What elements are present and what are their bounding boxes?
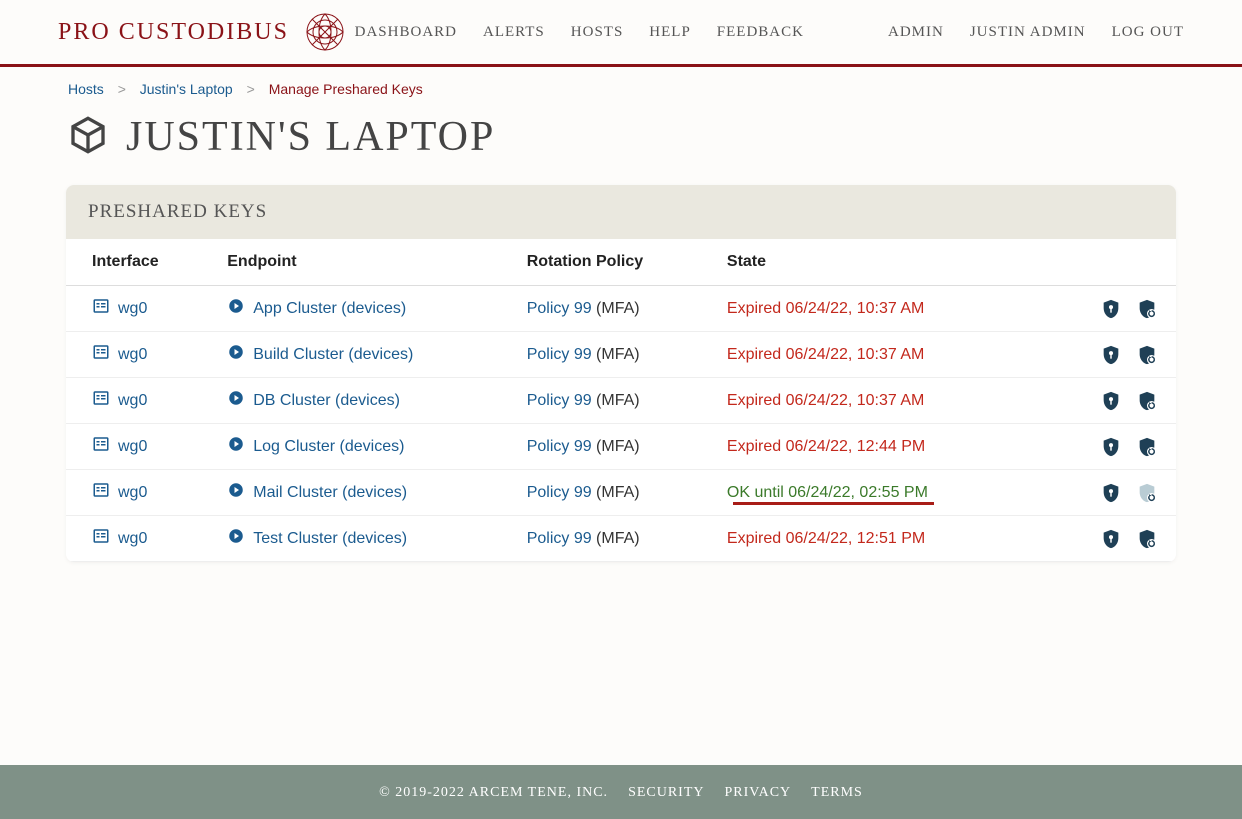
policy-suffix: (MFA)	[592, 392, 640, 409]
brand-text: PRO CUSTODIBUS	[58, 19, 289, 46]
col-interface: Interface	[66, 239, 215, 286]
endpoint-link[interactable]: Test Cluster (devices)	[253, 530, 407, 548]
preshared-keys-table: Interface Endpoint Rotation Policy State…	[66, 239, 1176, 562]
col-state: State	[715, 239, 1036, 286]
policy-link[interactable]: Policy 99	[527, 484, 592, 501]
state-label: Expired 06/24/22, 10:37 AM	[727, 300, 924, 317]
interface-icon	[92, 527, 110, 550]
nav-dashboard[interactable]: DASHBOARD	[355, 24, 457, 41]
table-row: wg0 Build Cluster (devices) Policy 99 (M…	[66, 332, 1176, 378]
endpoint-link[interactable]: App Cluster (devices)	[253, 300, 406, 318]
interface-link[interactable]: wg0	[118, 300, 147, 318]
page-title: JUSTIN'S LAPTOP	[126, 113, 495, 161]
rotate-key-button[interactable]	[1136, 436, 1158, 458]
breadcrumb-current: Manage Preshared Keys	[269, 81, 423, 97]
interface-link[interactable]: wg0	[118, 346, 147, 364]
view-key-button[interactable]	[1100, 344, 1122, 366]
cube-icon	[68, 115, 108, 160]
table-row: wg0 DB Cluster (devices) Policy 99 (MFA)…	[66, 378, 1176, 424]
endpoint-icon	[227, 481, 245, 504]
rotate-key-button[interactable]	[1136, 528, 1158, 550]
nav-feedback[interactable]: FEEDBACK	[717, 24, 804, 41]
state-label: Expired 06/24/22, 12:44 PM	[727, 438, 925, 455]
policy-suffix: (MFA)	[592, 438, 640, 455]
interface-link[interactable]: wg0	[118, 438, 147, 456]
interface-link[interactable]: wg0	[118, 484, 147, 502]
breadcrumb-host[interactable]: Justin's Laptop	[140, 81, 233, 97]
col-actions	[1036, 239, 1176, 286]
breadcrumb-sep: >	[247, 81, 255, 97]
col-rotation-policy: Rotation Policy	[515, 239, 715, 286]
policy-suffix: (MFA)	[592, 530, 640, 547]
policy-suffix: (MFA)	[592, 484, 640, 501]
interface-icon	[92, 389, 110, 412]
endpoint-icon	[227, 297, 245, 320]
brand-logo-icon	[303, 10, 347, 54]
main-nav: DASHBOARD ALERTS HOSTS HELP FEEDBACK ADM…	[355, 24, 1184, 41]
view-key-button[interactable]	[1100, 436, 1122, 458]
view-key-button[interactable]	[1100, 528, 1122, 550]
policy-link[interactable]: Policy 99	[527, 300, 592, 317]
rotate-key-button	[1136, 482, 1158, 504]
table-row: wg0 App Cluster (devices) Policy 99 (MFA…	[66, 286, 1176, 332]
state-label: Expired 06/24/22, 12:51 PM	[727, 530, 925, 547]
table-row: wg0 Log Cluster (devices) Policy 99 (MFA…	[66, 424, 1176, 470]
endpoint-link[interactable]: Log Cluster (devices)	[253, 438, 404, 456]
preshared-keys-panel: PRESHARED KEYS Interface Endpoint Rotati…	[66, 185, 1176, 562]
footer-copyright: © 2019-2022 ARCEM TENE, INC.	[379, 785, 608, 800]
endpoint-icon	[227, 389, 245, 412]
interface-link[interactable]: wg0	[118, 392, 147, 410]
policy-suffix: (MFA)	[592, 300, 640, 317]
endpoint-link[interactable]: DB Cluster (devices)	[253, 392, 400, 410]
endpoint-link[interactable]: Mail Cluster (devices)	[253, 484, 407, 502]
panel-title: PRESHARED KEYS	[88, 201, 1154, 223]
brand[interactable]: PRO CUSTODIBUS	[58, 10, 347, 54]
nav-alerts[interactable]: ALERTS	[483, 24, 545, 41]
endpoint-icon	[227, 435, 245, 458]
page-title-row: JUSTIN'S LAPTOP	[66, 107, 1176, 185]
policy-suffix: (MFA)	[592, 346, 640, 363]
table-row: wg0 Test Cluster (devices) Policy 99 (MF…	[66, 516, 1176, 562]
footer-privacy[interactable]: PRIVACY	[725, 785, 792, 800]
breadcrumb: Hosts > Justin's Laptop > Manage Preshar…	[66, 67, 1176, 107]
state-label: Expired 06/24/22, 10:37 AM	[727, 346, 924, 363]
view-key-button[interactable]	[1100, 482, 1122, 504]
nav-logout[interactable]: LOG OUT	[1112, 24, 1184, 41]
interface-icon	[92, 435, 110, 458]
col-endpoint: Endpoint	[215, 239, 514, 286]
endpoint-icon	[227, 527, 245, 550]
nav-user[interactable]: JUSTIN ADMIN	[970, 24, 1086, 41]
interface-icon	[92, 343, 110, 366]
breadcrumb-sep: >	[118, 81, 126, 97]
view-key-button[interactable]	[1100, 298, 1122, 320]
interface-link[interactable]: wg0	[118, 530, 147, 548]
footer-security[interactable]: SECURITY	[628, 785, 704, 800]
interface-icon	[92, 481, 110, 504]
interface-icon	[92, 297, 110, 320]
endpoint-icon	[227, 343, 245, 366]
policy-link[interactable]: Policy 99	[527, 392, 592, 409]
rotate-key-button[interactable]	[1136, 298, 1158, 320]
rotate-key-button[interactable]	[1136, 390, 1158, 412]
state-label: Expired 06/24/22, 10:37 AM	[727, 392, 924, 409]
top-header: PRO CUSTODIBUS DASHBOARD ALERTS HOSTS HE…	[0, 0, 1242, 67]
footer-terms[interactable]: TERMS	[811, 785, 863, 800]
rotate-key-button[interactable]	[1136, 344, 1158, 366]
view-key-button[interactable]	[1100, 390, 1122, 412]
state-label: OK until 06/24/22, 02:55 PM	[727, 484, 928, 501]
nav-admin[interactable]: ADMIN	[888, 24, 944, 41]
nav-hosts[interactable]: HOSTS	[571, 24, 624, 41]
policy-link[interactable]: Policy 99	[527, 438, 592, 455]
footer: © 2019-2022 ARCEM TENE, INC. SECURITY PR…	[0, 765, 1242, 819]
panel-header: PRESHARED KEYS	[66, 185, 1176, 239]
nav-help[interactable]: HELP	[649, 24, 691, 41]
table-row: wg0 Mail Cluster (devices) Policy 99 (MF…	[66, 470, 1176, 516]
policy-link[interactable]: Policy 99	[527, 530, 592, 547]
breadcrumb-hosts[interactable]: Hosts	[68, 81, 104, 97]
endpoint-link[interactable]: Build Cluster (devices)	[253, 346, 413, 364]
policy-link[interactable]: Policy 99	[527, 346, 592, 363]
